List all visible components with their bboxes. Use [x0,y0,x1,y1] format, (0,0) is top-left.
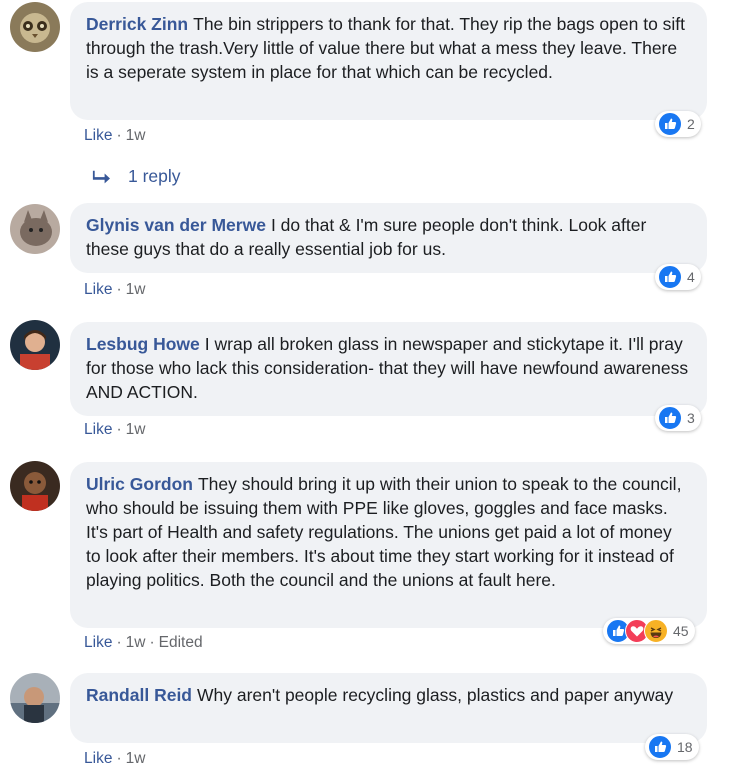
comment-actions: Like · 1w [84,421,145,439]
reaction-summary[interactable]: 18 [645,734,699,760]
like-link[interactable]: Like [84,750,112,767]
like-link[interactable]: Like [84,634,112,651]
like-icon [648,735,672,759]
reaction-summary[interactable]: 2 [655,111,701,137]
reaction-summary[interactable]: 3 [655,405,701,431]
comment-actions: Like · 1w [84,750,145,768]
reaction-count: 45 [673,623,689,639]
avatar[interactable] [10,461,60,511]
reaction-count: 2 [687,116,695,132]
comment-author[interactable]: Ulric Gordon [86,474,193,494]
comment-actions: Like · 1w [84,127,145,145]
timestamp[interactable]: 1w [126,750,146,767]
avatar[interactable] [10,320,60,370]
reaction-summary[interactable]: 4 [655,264,701,290]
comment-actions: Like · 1w [84,281,145,299]
separator: · [116,421,122,438]
avatar[interactable] [10,673,60,723]
like-icon [658,406,682,430]
comment-bubble: Ulric Gordon They should bring it up with… [70,462,707,628]
like-icon [658,112,682,136]
view-replies[interactable]: 1 reply [92,166,181,187]
reply-arrow-icon [92,170,110,183]
timestamp[interactable]: 1w [126,421,146,438]
avatar[interactable] [10,2,60,52]
comment-actions: Like · 1w · Edited [84,634,203,652]
reaction-count: 3 [687,410,695,426]
timestamp[interactable]: 1w [126,127,146,144]
like-link[interactable]: Like [84,421,112,438]
avatar[interactable] [10,204,60,254]
comment-bubble: Randall Reid Why aren't people recycling … [70,673,707,743]
reaction-count: 4 [687,269,695,285]
comment-text: Why aren't people recycling glass, plast… [197,685,674,705]
reaction-summary[interactable]: 45 [603,618,695,644]
comment-bubble: Lesbug Howe I wrap all broken glass in ne… [70,322,707,416]
like-link[interactable]: Like [84,281,112,298]
timestamp[interactable]: 1w [126,281,146,298]
comment-bubble: Derrick Zinn The bin strippers to thank f… [70,2,707,120]
like-icon [658,265,682,289]
separator: · [149,634,155,651]
comment-author[interactable]: Lesbug Howe [86,334,200,354]
comment-author[interactable]: Randall Reid [86,685,192,705]
separator: · [116,634,122,651]
timestamp[interactable]: 1w [126,634,146,651]
reaction-count: 18 [677,739,693,755]
separator: · [116,127,122,144]
comment-author[interactable]: Glynis van der Merwe [86,215,266,235]
comment-author[interactable]: Derrick Zinn [86,14,188,34]
comment-bubble: Glynis van der Merwe I do that & I'm sure… [70,203,707,273]
edited-label[interactable]: Edited [159,634,203,651]
like-link[interactable]: Like [84,127,112,144]
separator: · [116,750,122,767]
replies-count-label: 1 reply [128,166,181,186]
separator: · [116,281,122,298]
haha-icon [644,619,668,643]
